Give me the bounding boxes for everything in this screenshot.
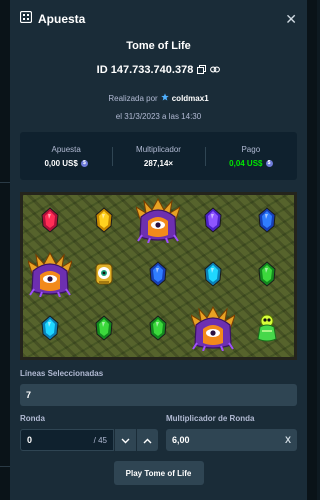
round-label: Ronda <box>20 414 45 423</box>
chevron-down-icon <box>121 431 130 449</box>
reel-cell <box>240 249 294 303</box>
game-title[interactable]: Tome of Life <box>20 40 297 52</box>
green-gem-icon <box>94 314 114 346</box>
reel-grid <box>23 195 294 357</box>
bet-id-row: ID 147.733.740.378 <box>20 61 297 79</box>
stat-bet-label: Apuesta <box>51 144 81 154</box>
placed-by: Realizada por coldmax1 <box>20 93 297 103</box>
purple-gem-icon <box>203 206 223 238</box>
backdrop-left <box>0 0 10 500</box>
reel-cell <box>131 303 185 357</box>
chevron-up-icon <box>143 431 152 449</box>
modal-header: Apuesta ✕ <box>19 0 297 38</box>
stat-bet: Apuesta 0,00 US$ $ <box>20 145 112 168</box>
backdrop-right <box>307 0 317 500</box>
usd-coin-icon: $ <box>80 159 88 167</box>
reel-cell <box>23 303 77 357</box>
link-icon[interactable] <box>210 61 221 79</box>
green-gem-icon <box>148 314 168 346</box>
teal-gem-icon <box>203 260 223 292</box>
round-multiplier-label: Multiplicador de Ronda <box>166 414 255 423</box>
copy-icon[interactable] <box>197 61 207 79</box>
blue-gem-icon <box>148 260 168 292</box>
reel-cell <box>240 303 294 357</box>
stat-bet-value: 0,00 US$ <box>44 158 78 168</box>
vip-star-icon <box>161 93 169 103</box>
stat-payout-label: Pago <box>241 144 261 154</box>
blue-gem-icon <box>257 206 277 238</box>
green-gem-icon <box>257 260 277 292</box>
stat-payout: Pago 0,04 US$ $ <box>204 144 297 168</box>
tome-of-life-icon <box>135 197 182 248</box>
lines-input[interactable]: 7 <box>20 384 297 406</box>
teal-gem-icon <box>40 314 60 346</box>
round-multiplier-input[interactable]: 6,00 X <box>166 429 297 451</box>
placed-by-prefix: Realizada por <box>108 93 158 103</box>
bet-stats: Apuesta 0,00 US$ $ Multiplicador 287,14×… <box>20 132 297 180</box>
tome-of-life-icon <box>27 251 73 302</box>
yellow-gem-icon <box>94 206 114 238</box>
lines-label: Líneas Seleccionadas <box>20 369 104 378</box>
green-potion-icon <box>255 313 279 348</box>
close-icon[interactable]: ✕ <box>285 12 297 26</box>
stat-multiplier-label: Multiplicador <box>136 144 181 154</box>
reel-cell <box>23 249 77 303</box>
round-prev-button[interactable] <box>114 429 136 451</box>
reel-cell <box>77 195 131 249</box>
round-value: 0 <box>27 435 33 445</box>
round-input[interactable]: 0 / 45 <box>20 429 114 451</box>
modal-title: Apuesta <box>38 12 86 26</box>
stat-multiplier: Multiplicador 287,14× <box>112 145 204 168</box>
stat-multiplier-value: 287,14× <box>143 158 174 168</box>
slot-reels <box>20 192 297 360</box>
bet-id: ID 147.733.740.378 <box>96 64 194 76</box>
golden-eye-icon <box>93 260 115 293</box>
bet-ticket-icon <box>19 10 33 28</box>
reel-cell <box>186 195 240 249</box>
reel-cell <box>131 195 185 249</box>
reel-cell <box>186 303 240 357</box>
reel-cell <box>240 195 294 249</box>
bet-date: el 31/3/2023 a las 14:30 <box>115 112 202 121</box>
reel-cell <box>77 249 131 303</box>
reel-cell <box>23 195 77 249</box>
reel-cell <box>186 249 240 303</box>
round-multiplier-value: 6,00 <box>172 435 190 445</box>
stat-payout-value: 0,04 US$ <box>229 158 263 168</box>
round-next-button[interactable] <box>136 429 158 451</box>
bet-modal: Apuesta ✕ Tome of Life ID 147.733.740.37… <box>10 0 307 500</box>
reel-cell <box>131 249 185 303</box>
reel-cell <box>77 303 131 357</box>
play-game-button[interactable]: Play Tome of Life <box>113 461 204 485</box>
usd-coin-icon: $ <box>265 159 273 167</box>
tome-of-life-icon <box>189 305 236 356</box>
round-total: / 45 <box>93 435 107 445</box>
username-link[interactable]: coldmax1 <box>172 94 209 103</box>
clear-multiplier-icon[interactable]: X <box>285 435 291 445</box>
red-gem-icon <box>40 206 60 238</box>
